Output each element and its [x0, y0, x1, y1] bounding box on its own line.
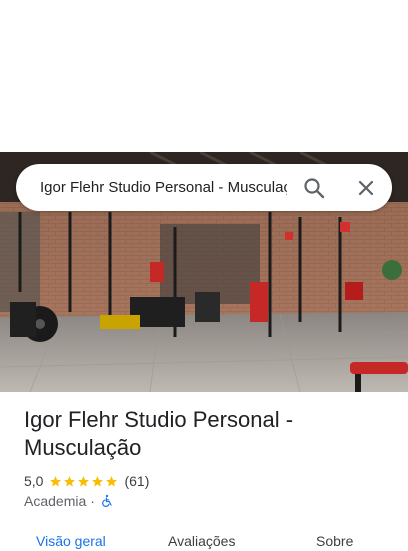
- star-icon: [50, 475, 62, 486]
- category-row: Academia ·: [24, 492, 114, 510]
- place-title: Igor Flehr Studio Personal - Musculação: [24, 407, 294, 460]
- star-icon: [92, 475, 104, 486]
- rating-value: 5,0: [24, 473, 44, 489]
- close-icon[interactable]: [352, 174, 380, 202]
- rating-stars: [49, 475, 119, 488]
- search-input[interactable]: Igor Flehr Studio Personal - Musculação: [40, 164, 287, 211]
- tab-about[interactable]: Sobre: [316, 531, 353, 551]
- rating-row[interactable]: 5,0 (61): [24, 471, 149, 491]
- place-category: Academia: [24, 493, 87, 509]
- star-icon: [64, 475, 76, 486]
- tab-reviews[interactable]: Avaliações: [168, 531, 235, 551]
- search-icon[interactable]: [300, 174, 328, 202]
- star-icon: [106, 475, 118, 486]
- star-icon: [78, 475, 90, 486]
- wheelchair-icon: [102, 494, 112, 507]
- review-count[interactable]: (61): [124, 473, 149, 489]
- separator: ·: [90, 493, 95, 509]
- search-bar[interactable]: Igor Flehr Studio Personal - Musculação: [16, 164, 392, 211]
- tab-overview[interactable]: Visão geral: [36, 531, 106, 551]
